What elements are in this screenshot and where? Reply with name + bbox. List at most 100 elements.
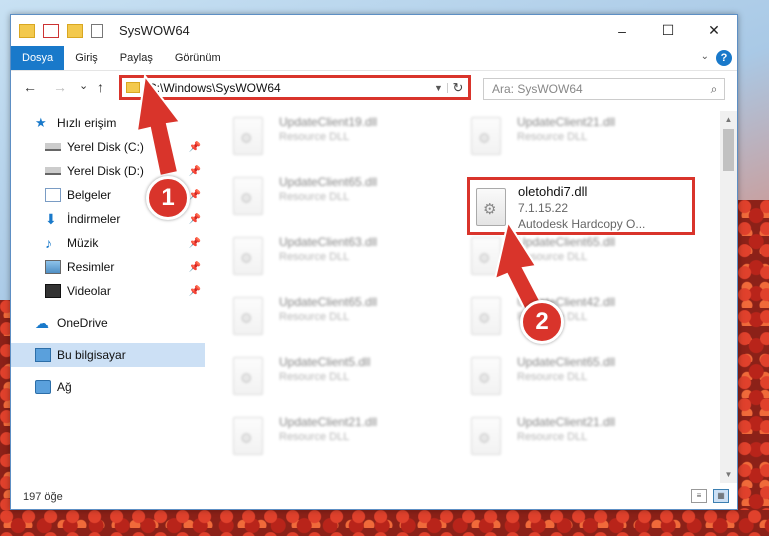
list-item[interactable]: UpdateClient5.dll Resource DLL (211, 351, 431, 403)
music-icon: ♪ (45, 235, 52, 251)
sidebar-item-label: Yerel Disk (D:) (67, 164, 144, 178)
file-description: Resource DLL (279, 251, 350, 263)
sidebar-item-onedrive[interactable]: ☁ OneDrive (11, 311, 205, 335)
details-view-icon[interactable]: ≡ (691, 489, 707, 503)
up-button[interactable]: ↑ (97, 79, 104, 95)
sidebar-item-label: Belgeler (67, 188, 112, 202)
customize-toolbar-icon[interactable] (91, 23, 103, 38)
sidebar-item-disk-c[interactable]: Yerel Disk (C:) 📌 (11, 135, 205, 159)
drive-icon (45, 167, 61, 175)
status-bar: 197 öğe ≡ ▦ (11, 485, 737, 509)
pin-icon[interactable]: 📌 (189, 262, 201, 273)
close-button[interactable]: ✕ (691, 15, 737, 46)
file-description: Resource DLL (279, 431, 350, 443)
minimize-button[interactable]: – (599, 15, 645, 46)
list-item[interactable]: UpdateClient63.dll Resource DLL (211, 231, 431, 283)
file-name: oletohdi7.dll (518, 184, 588, 199)
ribbon-tabs: Dosya Giriş Paylaş Görünüm (11, 46, 737, 71)
new-folder-icon[interactable] (67, 23, 83, 38)
large-icons-view-icon[interactable]: ▦ (713, 489, 729, 503)
file-name: UpdateClient19.dll (279, 115, 378, 129)
file-name: UpdateClient21.dll (279, 415, 378, 429)
file-name: UpdateClient65.dll (279, 295, 378, 309)
pictures-icon (45, 260, 61, 274)
address-text[interactable]: C:\Windows\SysWOW64 (148, 81, 430, 95)
list-item[interactable]: UpdateClient65.dll Resource DLL (449, 351, 669, 403)
help-icon[interactable]: ? (716, 50, 732, 66)
sidebar-item-label: Hızlı erişim (57, 116, 117, 130)
sidebar-item-quick-access[interactable]: ★ Hızlı erişim (11, 111, 205, 135)
tab-view[interactable]: Görünüm (164, 46, 232, 70)
list-item[interactable]: UpdateClient65.dll Resource DLL (211, 291, 431, 343)
sidebar-item-videos[interactable]: Videolar 📌 (11, 279, 205, 303)
sidebar-item-this-pc[interactable]: Bu bilgisayar (11, 343, 205, 367)
maximize-button[interactable]: ☐ (645, 15, 691, 46)
dll-file-icon (233, 117, 263, 155)
sidebar-item-label: Bu bilgisayar (57, 348, 126, 362)
tab-share[interactable]: Paylaş (109, 46, 164, 70)
search-box[interactable]: Ara: SysWOW64 ⌕ (483, 78, 725, 100)
address-bar[interactable]: C:\Windows\SysWOW64 ▼ ↻ (119, 75, 471, 100)
sidebar-item-label: Müzik (67, 236, 99, 250)
highlighted-dll-file[interactable]: oletohdi7.dll 7.1.15.22 Autodesk Hardcop… (467, 177, 695, 235)
scroll-thumb[interactable] (723, 129, 734, 171)
sidebar-item-music[interactable]: ♪ Müzik 📌 (11, 231, 205, 255)
pin-icon[interactable]: 📌 (189, 286, 201, 297)
file-name: UpdateClient21.dll (517, 415, 616, 429)
list-item[interactable]: UpdateClient65.dll Resource DLL (211, 171, 431, 223)
file-name: UpdateClient5.dll (279, 355, 371, 369)
list-item[interactable]: UpdateClient21.dll Resource DLL (449, 411, 669, 463)
folder-icon (126, 82, 140, 93)
sidebar-item-label: Ağ (57, 380, 72, 394)
pin-icon[interactable]: 📌 (189, 238, 201, 249)
dll-file-icon (233, 357, 263, 395)
dll-file-icon (471, 297, 501, 335)
search-input[interactable]: Ara: SysWOW64 (492, 82, 704, 96)
sidebar-item-label: OneDrive (57, 316, 108, 330)
dll-file-icon (471, 417, 501, 455)
list-item[interactable]: UpdateClient65.dll Resource DLL (449, 231, 669, 283)
dll-file-icon (476, 188, 506, 226)
network-icon (35, 380, 51, 394)
recent-locations-button[interactable]: ⌄ (79, 79, 88, 92)
scroll-down-icon[interactable]: ▼ (720, 466, 737, 483)
title-bar: SysWOW64 – ☐ ✕ (11, 15, 737, 46)
sidebar-item-label: İndirmeler (67, 212, 121, 226)
dll-file-icon (233, 417, 263, 455)
list-item[interactable]: UpdateClient21.dll Resource DLL (211, 411, 431, 463)
address-dropdown-icon[interactable]: ▼ (430, 82, 448, 93)
file-description: Resource DLL (279, 311, 350, 323)
computer-icon (35, 348, 51, 362)
background-foliage-right (738, 200, 769, 536)
file-description: Resource DLL (279, 191, 350, 203)
file-description: Resource DLL (279, 371, 350, 383)
file-description: Resource DLL (279, 131, 350, 143)
dll-file-icon (233, 237, 263, 275)
refresh-icon[interactable]: ↻ (448, 80, 468, 96)
expand-ribbon-icon[interactable]: ⌄ (701, 51, 709, 62)
forward-button[interactable]: → (53, 79, 67, 95)
star-icon: ★ (35, 115, 47, 130)
vertical-scrollbar[interactable]: ▲ ▼ (720, 111, 737, 483)
sidebar-item-pictures[interactable]: Resimler 📌 (11, 255, 205, 279)
cloud-icon: ☁ (35, 315, 49, 331)
back-button[interactable]: ← (23, 79, 37, 95)
list-item[interactable]: UpdateClient21.dll Resource DLL (449, 111, 669, 163)
file-list: UpdateClient19.dll Resource DLL UpdateCl… (211, 111, 721, 483)
file-name: UpdateClient65.dll (517, 355, 616, 369)
window-title: SysWOW64 (119, 23, 190, 38)
scroll-up-icon[interactable]: ▲ (720, 111, 737, 128)
sidebar-item-label: Videolar (67, 284, 111, 298)
tab-file[interactable]: Dosya (11, 46, 65, 70)
tab-home[interactable]: Giriş (64, 46, 109, 70)
search-icon[interactable]: ⌕ (704, 82, 724, 97)
pin-icon[interactable]: 📌 (189, 142, 201, 153)
pin-icon[interactable]: 📌 (189, 166, 201, 177)
list-item[interactable]: UpdateClient19.dll Resource DLL (211, 111, 431, 163)
properties-icon[interactable] (43, 23, 59, 38)
documents-icon (45, 188, 61, 202)
pin-icon[interactable]: 📌 (189, 190, 201, 201)
step-badge-1: 1 (146, 176, 190, 220)
pin-icon[interactable]: 📌 (189, 214, 201, 225)
sidebar-item-network[interactable]: Ağ (11, 375, 205, 399)
